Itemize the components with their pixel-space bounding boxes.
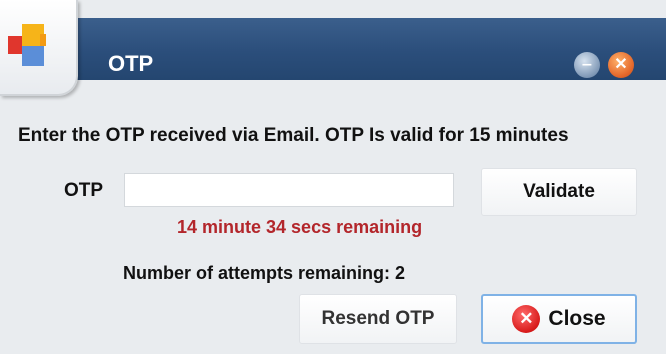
validate-button[interactable]: Validate — [481, 168, 637, 216]
attempts-remaining-text: Number of attempts remaining: 2 — [123, 263, 406, 283]
otp-dialog-window: OTP ‒ ✕ Enter the OTP received via Email… — [0, 0, 666, 354]
close-x-icon: ✕ — [614, 56, 628, 73]
app-logo-icon — [0, 0, 78, 96]
window-title: OTP — [108, 51, 154, 76]
close-icon: ✕ — [512, 305, 541, 333]
instruction-text: Enter the OTP received via Email. OTP Is… — [18, 125, 569, 146]
otp-timer-text: 14 minute 34 secs remaining — [177, 217, 423, 237]
title-bar[interactable]: OTP ‒ ✕ — [0, 18, 666, 80]
otp-label: OTP — [64, 180, 104, 201]
resend-otp-label: Resend OTP — [321, 308, 435, 329]
minimize-icon: ‒ — [582, 56, 592, 73]
otp-input[interactable] — [124, 173, 454, 207]
window-close-button[interactable]: ✕ — [608, 52, 634, 78]
resend-otp-button[interactable]: Resend OTP — [299, 294, 457, 344]
validate-button-label: Validate — [523, 181, 595, 202]
close-button[interactable]: ✕ Close — [481, 294, 637, 344]
close-button-label: Close — [548, 307, 606, 330]
minimize-button[interactable]: ‒ — [574, 52, 600, 78]
